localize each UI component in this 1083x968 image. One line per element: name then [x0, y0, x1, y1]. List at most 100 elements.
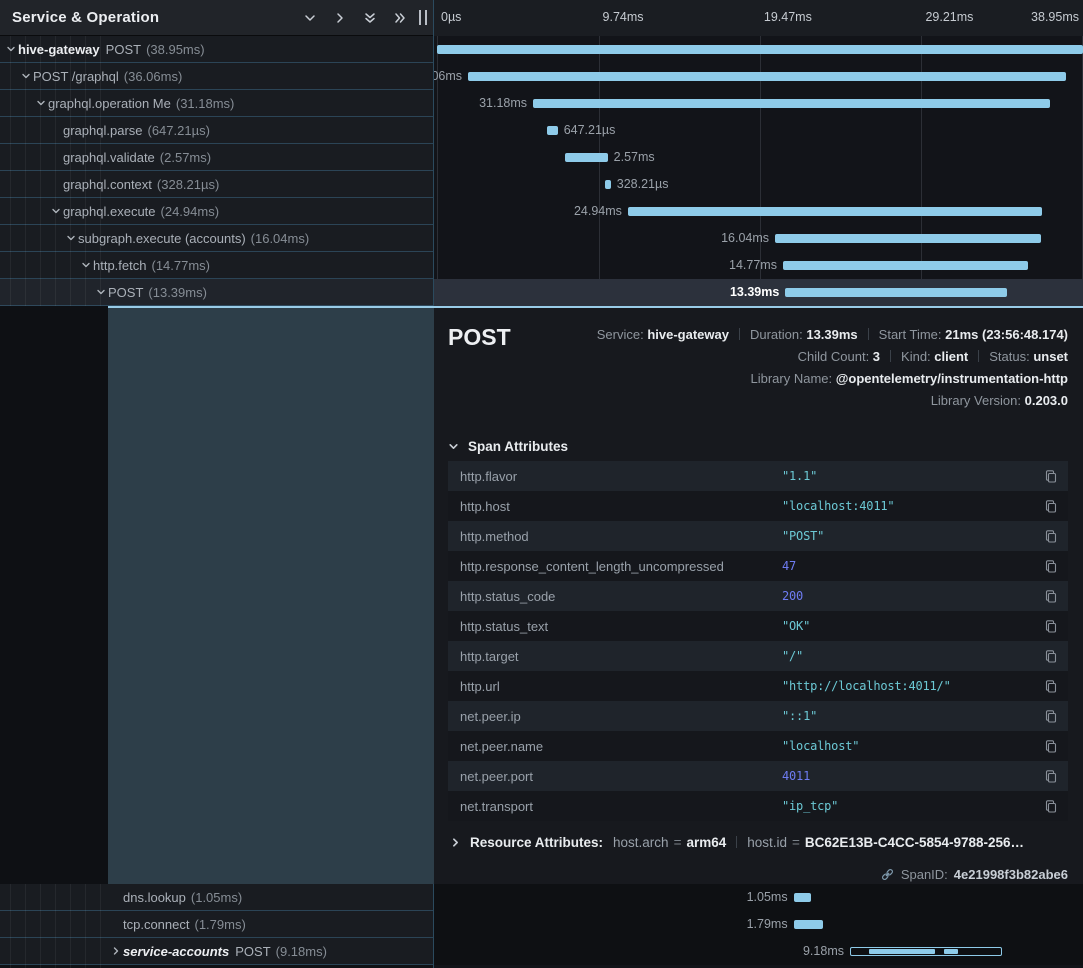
gantt-row[interactable]: 36.06ms: [434, 63, 1083, 90]
span-bar[interactable]: [783, 261, 1028, 270]
attribute-row[interactable]: http.flavor"1.1": [448, 461, 1068, 491]
span-tree-row[interactable]: dns.lookup(1.05ms): [0, 884, 433, 911]
attribute-row[interactable]: http.status_text"OK": [448, 611, 1068, 641]
resource-key: host.id: [747, 835, 787, 850]
panel-title: Service & Operation: [12, 9, 159, 26]
copy-icon[interactable]: [1044, 679, 1058, 694]
resource-attributes-row[interactable]: Resource Attributes: host.arch=arm64host…: [450, 835, 1068, 850]
copy-icon[interactable]: [1044, 529, 1058, 544]
span-tree-row[interactable]: graphql.parse(647.21µs): [0, 117, 433, 144]
span-tree-row[interactable]: subgraph.execute (accounts)(16.04ms): [0, 225, 433, 252]
span-bar[interactable]: [468, 72, 1066, 81]
span-duration: (13.39ms): [148, 285, 207, 300]
attribute-row[interactable]: http.target"/": [448, 641, 1068, 671]
copy-icon[interactable]: [1044, 709, 1058, 724]
chevron-down-icon[interactable]: [36, 98, 48, 108]
span-bar-duration-label: 36.06ms: [434, 69, 462, 83]
copy-icon[interactable]: [1044, 589, 1058, 604]
attribute-row[interactable]: http.status_code200: [448, 581, 1068, 611]
span-bar[interactable]: [850, 947, 1002, 956]
span-bar[interactable]: [794, 920, 824, 929]
panel-resize-handle[interactable]: [419, 10, 427, 25]
span-tree-row[interactable]: service-accountsPOST(9.18ms): [0, 938, 433, 965]
gantt-row[interactable]: 24.94ms: [434, 198, 1083, 225]
gantt-row[interactable]: 647.21µs: [434, 117, 1083, 144]
gantt-row[interactable]: 1.05ms: [434, 884, 1083, 911]
copy-icon[interactable]: [1044, 619, 1058, 634]
copy-icon[interactable]: [1044, 769, 1058, 784]
gantt-row[interactable]: 13.39ms: [434, 279, 1083, 306]
attribute-row[interactable]: net.peer.ip"::1": [448, 701, 1068, 731]
span-bar[interactable]: [533, 99, 1050, 108]
span-attributes-table: http.flavor"1.1"http.host"localhost:4011…: [448, 461, 1068, 821]
copy-icon[interactable]: [1044, 799, 1058, 814]
chevron-down-icon[interactable]: [21, 71, 33, 81]
span-operation-name: dns.lookup: [123, 890, 186, 905]
span-bar[interactable]: [785, 288, 1007, 297]
attribute-row[interactable]: http.host"localhost:4011": [448, 491, 1068, 521]
span-operation-name: POST: [106, 42, 141, 57]
copy-icon[interactable]: [1044, 559, 1058, 574]
span-tree-row[interactable]: graphql.operation Me(31.18ms): [0, 90, 433, 117]
chevron-down-icon[interactable]: [66, 233, 78, 243]
gantt-row[interactable]: [434, 36, 1083, 63]
span-bar[interactable]: [605, 180, 610, 189]
attribute-value: "localhost": [782, 739, 859, 753]
attribute-row[interactable]: http.method"POST": [448, 521, 1068, 551]
span-bar[interactable]: [794, 893, 811, 902]
copy-icon[interactable]: [1044, 649, 1058, 664]
span-duration: (14.77ms): [151, 258, 210, 273]
attribute-row[interactable]: http.response_content_length_uncompresse…: [448, 551, 1068, 581]
gantt-row[interactable]: 16.04ms: [434, 225, 1083, 252]
span-tree-row[interactable]: graphql.execute(24.94ms): [0, 198, 433, 225]
span-bar[interactable]: [547, 126, 558, 135]
span-operation-name: graphql.validate: [63, 150, 155, 165]
meta-value: unset: [1033, 349, 1068, 364]
chevron-right-icon[interactable]: [111, 946, 123, 956]
copy-icon[interactable]: [1044, 469, 1058, 484]
attribute-row[interactable]: http.url"http://localhost:4011/": [448, 671, 1068, 701]
resource-key: host.arch: [613, 835, 669, 850]
chevron-down-icon[interactable]: [81, 260, 93, 270]
span-tree-row[interactable]: graphql.validate(2.57ms): [0, 144, 433, 171]
span-operation-name: POST: [235, 944, 270, 959]
copy-icon[interactable]: [1044, 739, 1058, 754]
span-tree-row[interactable]: POST(13.39ms): [0, 279, 433, 306]
span-bar[interactable]: [437, 45, 1083, 54]
chevron-down-icon[interactable]: [51, 206, 63, 216]
span-detail-meta: Service: hive-gatewayDuration: 13.39msSt…: [597, 324, 1068, 412]
gantt-row[interactable]: 14.77ms: [434, 252, 1083, 279]
span-tree-row[interactable]: tcp.connect(1.79ms): [0, 911, 433, 938]
gantt-row[interactable]: 2.57ms: [434, 144, 1083, 171]
expand-all-icon[interactable]: [393, 11, 407, 25]
resource-value: BC62E13B-C4CC-5854-9788-256…: [805, 835, 1024, 850]
span-bar[interactable]: [565, 153, 608, 162]
span-attributes-header[interactable]: Span Attributes: [448, 439, 568, 454]
span-bar[interactable]: [628, 207, 1042, 216]
span-tree-row[interactable]: hive-gatewayPOST(38.95ms): [0, 36, 433, 63]
link-icon[interactable]: [880, 867, 895, 882]
collapse-one-icon[interactable]: [303, 11, 317, 25]
chevron-down-icon[interactable]: [6, 44, 18, 54]
resource-equals: =: [669, 835, 687, 850]
ruler-tick-label: 0µs: [441, 10, 461, 24]
copy-icon[interactable]: [1044, 499, 1058, 514]
meta-key: Child Count:: [798, 349, 873, 364]
chevron-down-icon[interactable]: [96, 287, 108, 297]
span-tree-row[interactable]: http.fetch(14.77ms): [0, 252, 433, 279]
attribute-row[interactable]: net.peer.name"localhost": [448, 731, 1068, 761]
expand-one-icon[interactable]: [333, 11, 347, 25]
gantt-row[interactable]: 1.79ms: [434, 911, 1083, 938]
attribute-row[interactable]: net.peer.port4011: [448, 761, 1068, 791]
detail-meta-line: Library Name: @opentelemetry/instrumenta…: [597, 368, 1068, 390]
collapse-all-icon[interactable]: [363, 11, 377, 25]
gantt-row[interactable]: 328.21µs: [434, 171, 1083, 198]
span-tree-row[interactable]: POST /graphql(36.06ms): [0, 63, 433, 90]
tree-panel-header: Service & Operation: [0, 0, 433, 36]
gantt-row[interactable]: 31.18ms: [434, 90, 1083, 117]
span-duration: (9.18ms): [276, 944, 327, 959]
span-bar[interactable]: [775, 234, 1041, 243]
attribute-row[interactable]: net.transport"ip_tcp": [448, 791, 1068, 821]
gantt-row[interactable]: 9.18ms: [434, 938, 1083, 965]
span-tree-row[interactable]: graphql.context(328.21µs): [0, 171, 433, 198]
